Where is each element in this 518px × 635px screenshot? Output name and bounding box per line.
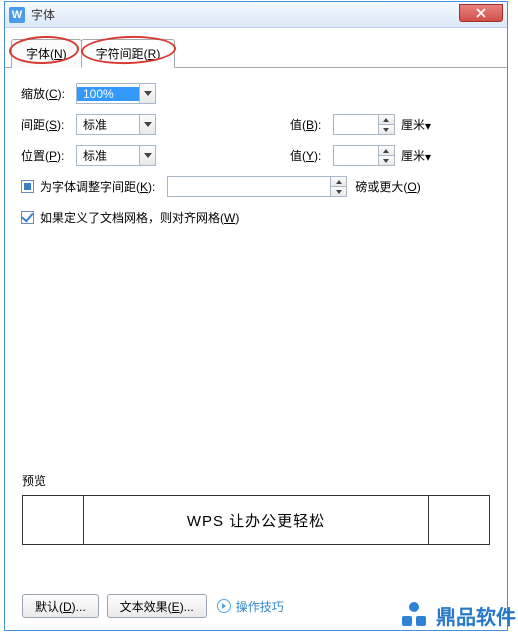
preview-text: WPS 让办公更轻松: [187, 510, 325, 531]
titlebar[interactable]: W 字体: [5, 2, 507, 28]
app-icon: W: [9, 7, 25, 23]
kerning-checkbox[interactable]: [21, 180, 34, 193]
unit-cm: 厘米▾: [401, 147, 431, 164]
text-effect-button[interactable]: 文本效果(E)...: [107, 594, 207, 618]
position-value: 标准: [77, 147, 139, 164]
row-grid: 如果定义了文档网格，则对齐网格(W): [21, 206, 491, 229]
chevron-up-icon[interactable]: [331, 177, 346, 187]
chevron-down-icon[interactable]: [331, 187, 346, 196]
preview-box: WPS 让办公更轻松: [22, 495, 490, 545]
form-area: 缩放(C): 100% 间距(S): 标准 值(B):: [5, 68, 507, 247]
row-position: 位置(P): 标准 值(Y): 厘米▾: [21, 144, 491, 167]
value-b-spinner[interactable]: [333, 114, 395, 135]
kerning-unit: 磅或更大(O): [355, 178, 420, 195]
default-button[interactable]: 默认(D)...: [22, 594, 99, 618]
spacing-label: 间距(S):: [21, 116, 76, 133]
chevron-up-icon[interactable]: [379, 146, 394, 156]
chevron-up-icon[interactable]: [379, 115, 394, 125]
tab-bar: 字体(N) 字符间距(R): [5, 28, 507, 68]
spinner-buttons[interactable]: [330, 177, 346, 196]
chevron-down-icon[interactable]: [379, 125, 394, 134]
brand-watermark: 鼎品软件: [398, 599, 516, 631]
tips-label: 操作技巧: [236, 598, 284, 615]
tab-spacing-label: 字符间距(R): [96, 47, 161, 61]
tips-link[interactable]: 操作技巧: [217, 598, 284, 615]
spacing-dropdown[interactable]: 标准: [76, 114, 156, 135]
grid-checkbox[interactable]: [21, 211, 34, 224]
row-spacing: 间距(S): 标准 值(B): 厘米▾: [21, 113, 491, 136]
row-kerning: 为字体调整字间距(K): 磅或更大(O): [21, 175, 491, 198]
play-icon: [217, 599, 231, 613]
spacing-value: 标准: [77, 116, 139, 133]
kerning-spinner[interactable]: [167, 176, 347, 197]
scale-dropdown[interactable]: 100%: [76, 83, 156, 104]
brand-name: 鼎品软件: [436, 601, 516, 630]
chevron-down-icon[interactable]: [139, 115, 155, 134]
chevron-down-icon[interactable]: [139, 146, 155, 165]
scale-value: 100%: [77, 87, 139, 101]
value-b-value: [334, 115, 378, 134]
chevron-down-icon[interactable]: [379, 156, 394, 165]
value-y-value: [334, 146, 378, 165]
font-dialog: W 字体 字体(N) 字符间距(R) 缩放(C): 100% 间距(S):: [4, 1, 508, 631]
tab-font[interactable]: 字体(N): [11, 39, 82, 68]
value-y-spinner[interactable]: [333, 145, 395, 166]
chevron-down-icon[interactable]: [139, 84, 155, 103]
brand-logo-icon: [398, 599, 430, 631]
window-title: 字体: [31, 6, 55, 23]
preview-section: 预览 WPS 让办公更轻松: [22, 472, 490, 545]
spinner-buttons[interactable]: [378, 146, 394, 165]
row-scale: 缩放(C): 100%: [21, 82, 491, 105]
spinner-buttons[interactable]: [378, 115, 394, 134]
close-button[interactable]: [459, 4, 503, 22]
grid-label: 如果定义了文档网格，则对齐网格(W): [40, 209, 239, 226]
scale-label: 缩放(C):: [21, 85, 76, 102]
preview-label: 预览: [22, 472, 490, 489]
close-icon: [476, 8, 486, 18]
position-dropdown[interactable]: 标准: [76, 145, 156, 166]
tab-font-label: 字体(N): [26, 47, 67, 61]
value-y-label: 值(Y):: [290, 147, 328, 164]
default-button-label: 默认(D)...: [35, 598, 86, 615]
preview-divider-left: [83, 495, 84, 545]
kerning-label: 为字体调整字间距(K):: [40, 178, 155, 195]
value-b-label: 值(B):: [290, 116, 328, 133]
kerning-value: [168, 177, 330, 196]
preview-divider-right: [428, 495, 429, 545]
unit-cm: 厘米▾: [401, 116, 431, 133]
tab-char-spacing[interactable]: 字符间距(R): [81, 39, 176, 68]
position-label: 位置(P):: [21, 147, 76, 164]
text-effect-button-label: 文本效果(E)...: [120, 598, 194, 615]
